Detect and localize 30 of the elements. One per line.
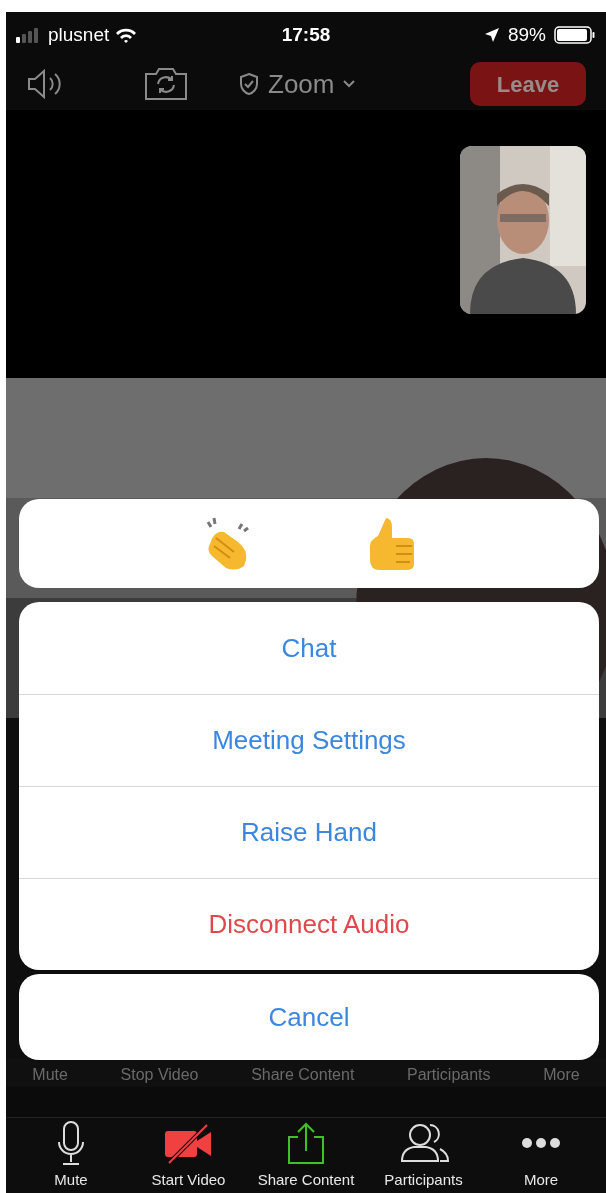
camera-switch-icon[interactable] [144,67,188,101]
microphone-icon [56,1119,86,1166]
toolbar-button[interactable]: Mute [16,1118,126,1193]
location-arrow-icon [483,27,500,43]
wifi-icon [115,27,138,43]
toolbar-button[interactable]: Participants [368,1118,479,1193]
speaker-icon[interactable] [26,68,64,100]
menu-item[interactable]: Chat [19,602,599,694]
carrier-name: plusnet [48,22,110,47]
menu-item[interactable]: Disconnect Audio [19,878,599,970]
more-icon [521,1136,561,1149]
toolbar-label: Participants [406,1065,491,1085]
toolbar-button[interactable]: Start Video [133,1118,244,1193]
toolbar-label: Mute [32,1065,68,1085]
shield-check-icon [238,72,260,96]
toolbar-label: More [543,1065,580,1085]
battery-percent: 89% [507,22,546,47]
leave-button[interactable]: Leave [470,62,586,106]
meeting-title-dropdown[interactable]: Zoom [238,64,357,104]
chevron-down-icon [342,79,357,89]
share-icon [286,1120,326,1165]
cancel-button[interactable]: Cancel [19,974,599,1060]
toolbar-label: Share Content [251,1065,355,1085]
toolbar-label: Stop Video [120,1065,199,1085]
menu-item[interactable]: Raise Hand [19,786,599,878]
menu-item[interactable]: Meeting Settings [19,694,599,786]
toolbar-button[interactable]: Share Content [251,1118,361,1193]
toolbar-button[interactable]: More [486,1118,596,1193]
battery-icon [554,25,596,45]
clock-time: 17:58 [281,22,331,47]
